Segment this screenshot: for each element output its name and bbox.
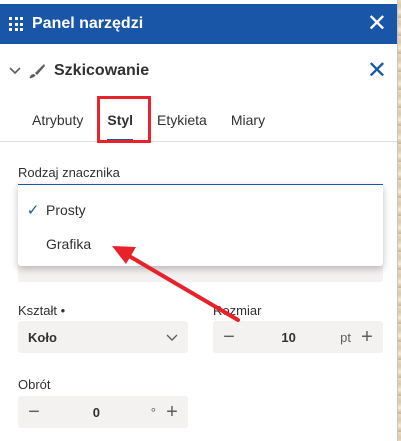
option-label: Prosty xyxy=(46,202,86,218)
marker-type-dropdown[interactable]: ✓ Prosty Grafika xyxy=(18,184,383,266)
close-section-icon[interactable]: ✕ xyxy=(367,59,387,83)
rotation-value[interactable]: 0 xyxy=(42,405,151,420)
marker-type-label: Rodzaj znacznika xyxy=(18,165,120,180)
panel-title: Panel narzędzi xyxy=(32,15,144,32)
tab-miary[interactable]: Miary xyxy=(231,112,265,141)
option-label: Grafika xyxy=(46,236,92,252)
tab-etykieta[interactable]: Etykieta xyxy=(157,112,207,141)
rotation-stepper[interactable]: − 0 ° + xyxy=(18,396,188,428)
size-value[interactable]: 10 xyxy=(237,330,340,345)
option-prosty[interactable]: ✓ Prosty xyxy=(18,193,383,227)
shape-value: Koło xyxy=(28,329,57,345)
rotation-unit: ° xyxy=(150,404,156,420)
chevron-down-icon[interactable] xyxy=(8,64,22,78)
tab-atrybuty[interactable]: Atrybuty xyxy=(32,112,83,141)
shape-label: Kształt • xyxy=(18,303,66,318)
plus-icon[interactable]: + xyxy=(164,402,180,422)
panel-titlebar: Panel narzędzi ✕ xyxy=(0,4,397,44)
minus-icon[interactable]: − xyxy=(221,327,237,347)
tab-bar: Atrybuty Styl Etykieta Miary xyxy=(0,98,397,142)
shape-select[interactable]: Koło xyxy=(18,321,188,353)
close-icon[interactable]: ✕ xyxy=(367,12,387,36)
size-unit: pt xyxy=(340,329,351,345)
section-header: Szkicowanie ✕ xyxy=(0,44,397,98)
size-stepper[interactable]: − 10 pt + xyxy=(213,321,383,353)
brush-icon xyxy=(29,64,45,79)
section-title: Szkicowanie xyxy=(54,62,150,79)
option-grafika[interactable]: Grafika xyxy=(18,227,383,261)
grid-icon[interactable] xyxy=(9,17,23,31)
rotation-label: Obrót xyxy=(18,377,51,392)
tab-styl[interactable]: Styl xyxy=(107,112,133,141)
chevron-down-icon xyxy=(166,334,178,341)
minus-icon[interactable]: − xyxy=(26,402,42,422)
plus-icon[interactable]: + xyxy=(359,327,375,347)
size-label: Rozmiar xyxy=(213,303,262,318)
check-icon: ✓ xyxy=(26,202,40,219)
